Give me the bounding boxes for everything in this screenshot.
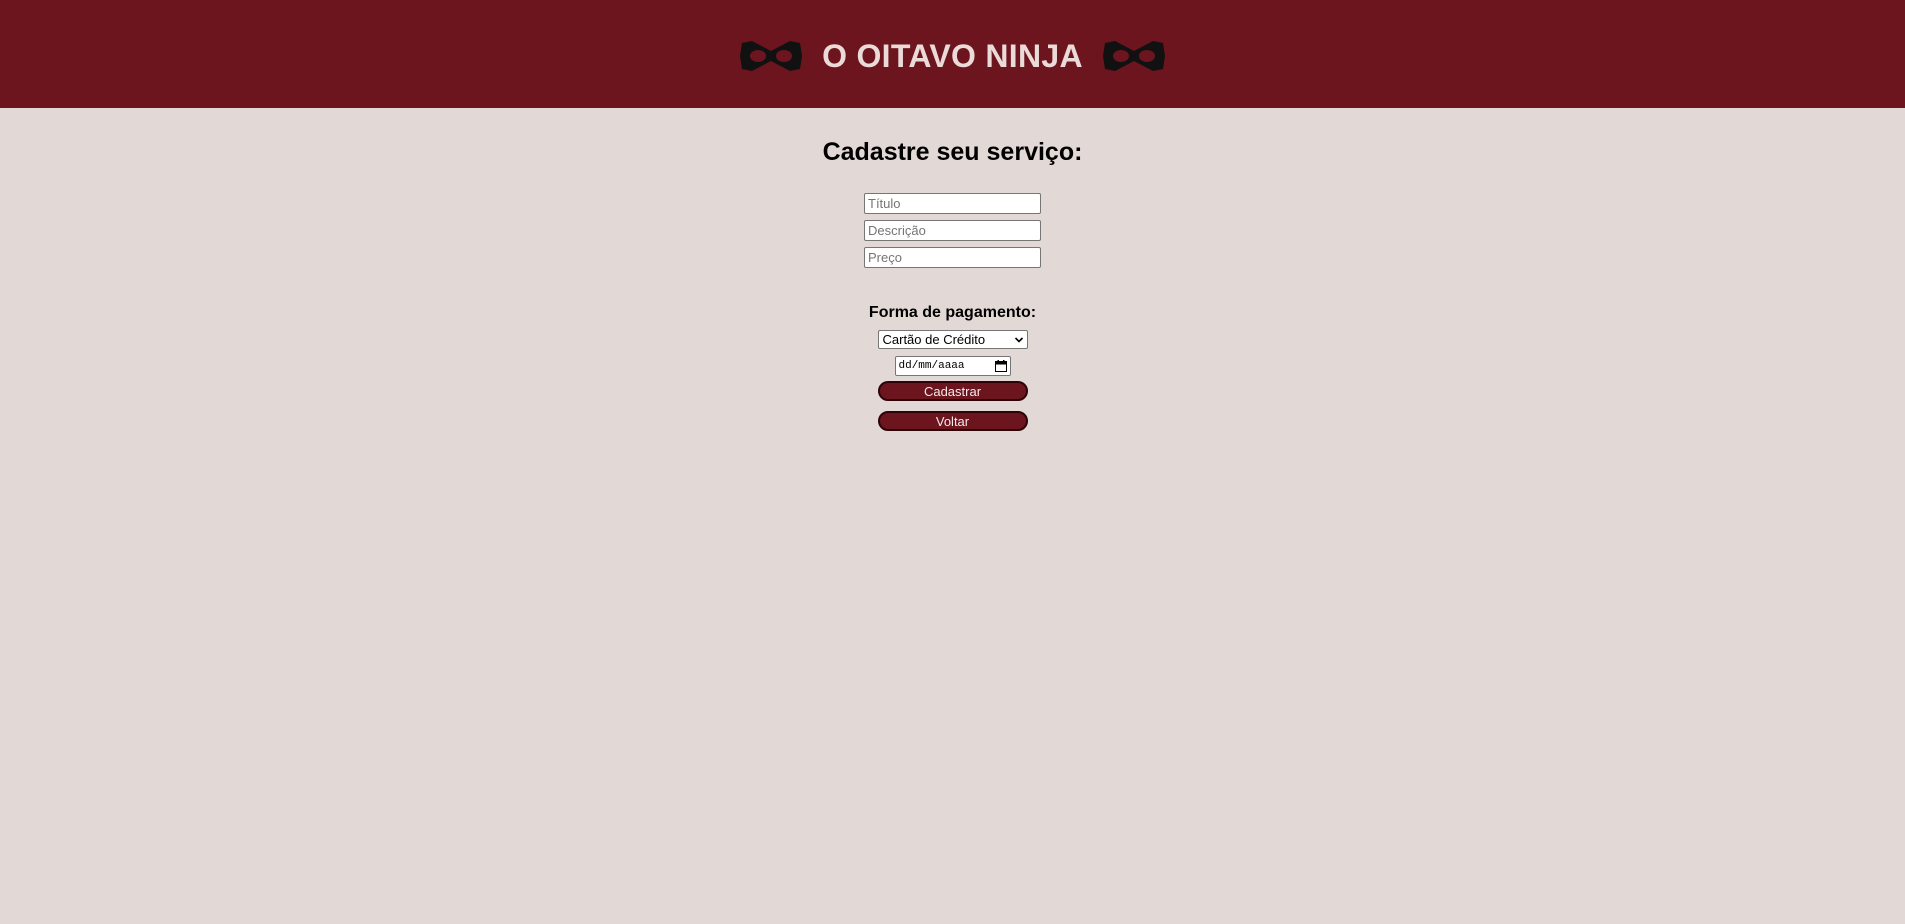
payment-label: Forma de pagamento: [868,304,1037,321]
app-title: O OITAVO NINJA [822,37,1083,74]
header-brand: O OITAVO NINJA [738,37,1167,75]
ninja-mask-icon [1102,41,1165,71]
page-title: Cadastre seu serviço: [822,138,1083,166]
descricao-input[interactable] [864,220,1041,241]
payment-method-value: Cartão de Crédito [882,332,986,347]
calendar-icon[interactable] [994,360,1007,372]
preco-input[interactable] [864,247,1041,268]
cadastrar-button[interactable]: Cadastrar [877,381,1028,401]
chevron-down-icon [1014,336,1023,343]
ninja-mask-icon [740,41,803,71]
titulo-input[interactable] [864,193,1041,214]
text-fields [864,193,1041,268]
voltar-button[interactable]: Voltar [877,411,1028,431]
service-form: Cadastre seu serviço: Forma de pagamento… [0,108,1905,431]
payment-method-select[interactable]: Cartão de Crédito [877,330,1028,349]
date-input[interactable]: dd/mm/aaaa [894,356,1011,376]
app-header: O OITAVO NINJA [0,0,1905,108]
date-placeholder: dd/mm/aaaa [898,360,965,372]
